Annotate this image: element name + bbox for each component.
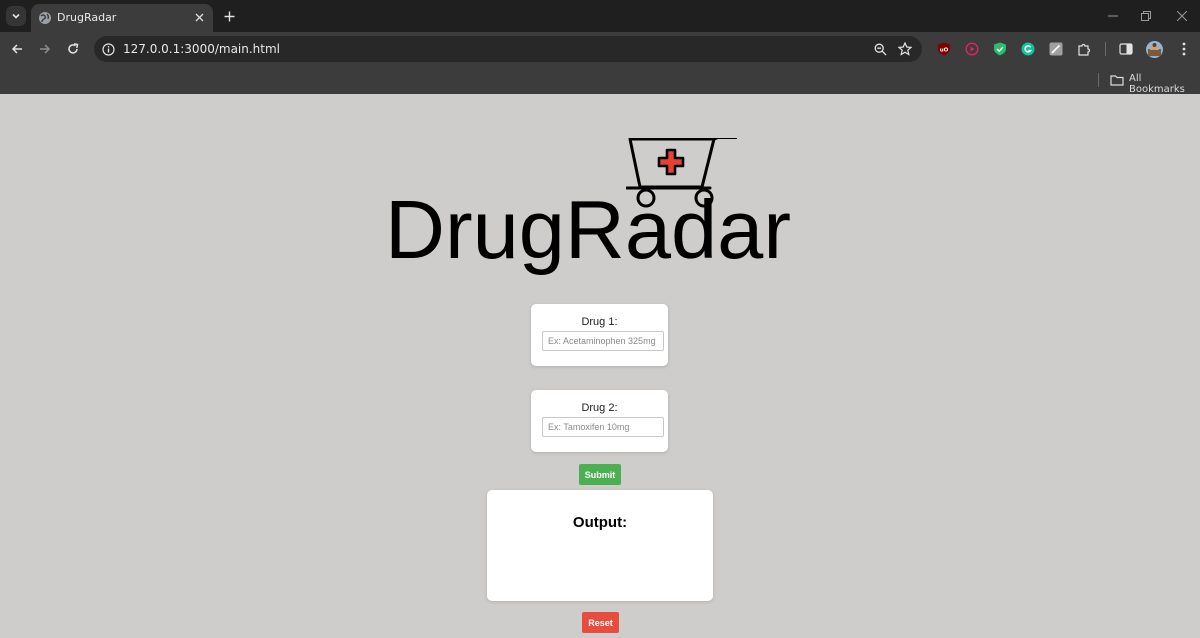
bookmarks-bar: All Bookmarks [0, 66, 1200, 95]
window-close-icon[interactable] [1165, 4, 1199, 28]
tab-active[interactable]: DrugRadar [31, 4, 213, 32]
screen-recorder-icon[interactable] [965, 42, 979, 56]
grammarly-icon[interactable] [1021, 42, 1035, 56]
bookmarks-divider [1098, 73, 1099, 87]
avatar[interactable] [1146, 41, 1163, 58]
site-info-icon[interactable] [100, 41, 116, 57]
url-text: 127.0.0.1:3000/main.html [123, 42, 281, 56]
drug1-label: Drug 1: [581, 316, 618, 328]
restore-icon[interactable] [1129, 4, 1163, 28]
forward-icon[interactable] [33, 37, 57, 61]
svg-text:uO: uO [940, 47, 949, 53]
output-title: Output: [572, 514, 628, 531]
notes-icon[interactable] [1049, 42, 1063, 56]
zoom-icon[interactable] [872, 41, 888, 57]
plus-icon[interactable] [220, 7, 238, 25]
extensions-icon[interactable] [1077, 42, 1091, 56]
close-icon[interactable] [191, 9, 207, 25]
minimize-icon[interactable] [1096, 4, 1130, 28]
tab-strip: DrugRadar [0, 0, 1200, 32]
drug2-label: Drug 2: [581, 402, 618, 414]
drug1-card: Drug 1: [531, 304, 668, 366]
all-bookmarks-link[interactable]: All Bookmarks [1129, 73, 1200, 95]
reset-button[interactable]: Reset [582, 612, 619, 633]
medical-cross-icon [657, 148, 685, 176]
more-icon[interactable] [1177, 42, 1191, 56]
tab-title: DrugRadar [57, 11, 117, 24]
address-bar[interactable]: 127.0.0.1:3000/main.html [94, 36, 922, 62]
side-panel-icon[interactable] [1119, 42, 1133, 56]
page-content: DrugRadar Drug 1: Drug 2: Submit Output:… [0, 94, 1200, 638]
toolbar-divider [1105, 42, 1106, 56]
submit-button[interactable]: Submit [579, 464, 621, 485]
tab-search-icon[interactable] [6, 6, 26, 26]
drug2-card: Drug 2: [531, 390, 668, 452]
output-card: Output: [487, 490, 713, 601]
star-icon[interactable] [897, 41, 913, 57]
shield-icon[interactable] [993, 42, 1007, 56]
drug2-input[interactable] [542, 417, 664, 437]
globe-icon [39, 12, 51, 24]
back-icon[interactable] [5, 37, 29, 61]
logo-wordmark: DrugRadar [385, 183, 791, 276]
drug1-input[interactable] [542, 331, 664, 351]
reload-icon[interactable] [61, 37, 85, 61]
ublock-icon[interactable]: uO [937, 42, 951, 56]
folder-icon [1110, 75, 1124, 86]
browser-toolbar: 127.0.0.1:3000/main.html [0, 32, 1200, 66]
